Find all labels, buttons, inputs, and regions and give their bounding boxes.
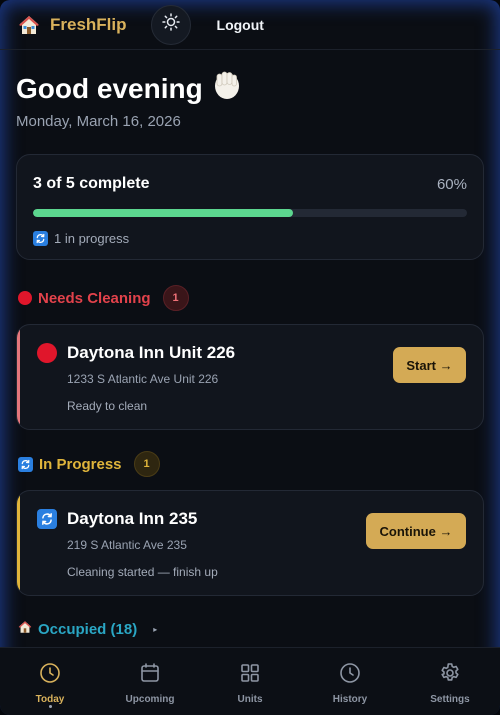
nav-history[interactable]: History [300, 648, 400, 715]
brand-name: FreshFlip [50, 14, 127, 34]
progress-title: 3 of 5 complete [33, 175, 150, 192]
job-status: Ready to clean [67, 399, 148, 413]
progress-bar-fill [33, 209, 294, 217]
section-title: Occupied (18) [38, 620, 138, 638]
caret-right-icon: ▸ [153, 624, 158, 634]
red-circle-icon [37, 343, 57, 363]
job-card-inn-235[interactable]: Daytona Inn 235 219 S Atlantic Ave 235 C… [16, 490, 484, 596]
sync-icon [37, 509, 57, 529]
progress-card: 3 of 5 complete 60% 1 in progress [16, 154, 484, 260]
start-button[interactable]: Start → [393, 347, 466, 383]
progress-subtext: 1 in progress [33, 231, 467, 246]
greeting: Good evening Monday, March 16, 2026 [0, 50, 500, 130]
section-in-progress: In Progress 1 [0, 451, 500, 477]
active-indicator [48, 705, 52, 708]
section-title: Needs Cleaning [38, 289, 151, 307]
section-occupied-toggle[interactable]: Occupied (18) ▸ [0, 620, 500, 638]
job-title: Daytona Inn 235 [67, 509, 198, 528]
count-badge: 1 [162, 285, 189, 311]
nav-label: Settings [430, 694, 470, 705]
calendar-icon [139, 662, 161, 689]
history-icon [339, 662, 361, 689]
nav-label: Today [35, 694, 65, 705]
card-accent [17, 491, 20, 595]
progress-bar [33, 209, 467, 217]
nav-today[interactable]: Today [0, 648, 100, 715]
current-date: Monday, March 16, 2026 [16, 113, 181, 130]
nav-settings[interactable]: Settings [400, 648, 500, 715]
grid-icon [239, 662, 261, 689]
section-needs-cleaning: Needs Cleaning 1 [0, 285, 500, 311]
section-title: In Progress [39, 455, 122, 473]
logout-button[interactable]: Logout [217, 17, 264, 33]
sync-icon [18, 456, 33, 472]
nav-units[interactable]: Units [200, 648, 300, 715]
clock-icon [39, 662, 61, 689]
app-window: FreshFlip Logout Good evening Monday, Ma… [0, 0, 500, 715]
nav-upcoming[interactable]: Upcoming [100, 648, 200, 715]
wave-hand-icon [211, 70, 243, 107]
page-title: Good evening [16, 70, 484, 107]
nav-label: History [332, 694, 368, 705]
nav-label: Units [237, 694, 263, 705]
job-title: Daytona Inn Unit 226 [67, 343, 236, 362]
sync-icon [33, 231, 48, 246]
count-badge: 1 [133, 451, 160, 477]
red-circle-icon [18, 291, 32, 305]
bottom-nav: Today Upcoming Units History Settings [0, 647, 500, 715]
progress-percent: 60% [436, 175, 467, 193]
card-accent [17, 325, 20, 429]
top-bar: FreshFlip Logout [0, 0, 500, 50]
nav-label: Upcoming [125, 694, 175, 705]
brand[interactable]: FreshFlip [18, 14, 127, 36]
gear-icon [439, 662, 461, 689]
house-icon [18, 14, 40, 36]
sun-icon [161, 13, 180, 36]
greeting-text: Good evening [16, 72, 203, 104]
job-status: Cleaning started — finish up [67, 565, 218, 579]
house-icon [18, 620, 32, 638]
continue-button[interactable]: Continue → [366, 513, 466, 549]
in-progress-count: 1 in progress [54, 231, 130, 246]
job-card-unit-226[interactable]: Daytona Inn Unit 226 1233 S Atlantic Ave… [16, 324, 484, 430]
theme-toggle-button[interactable] [150, 4, 191, 45]
